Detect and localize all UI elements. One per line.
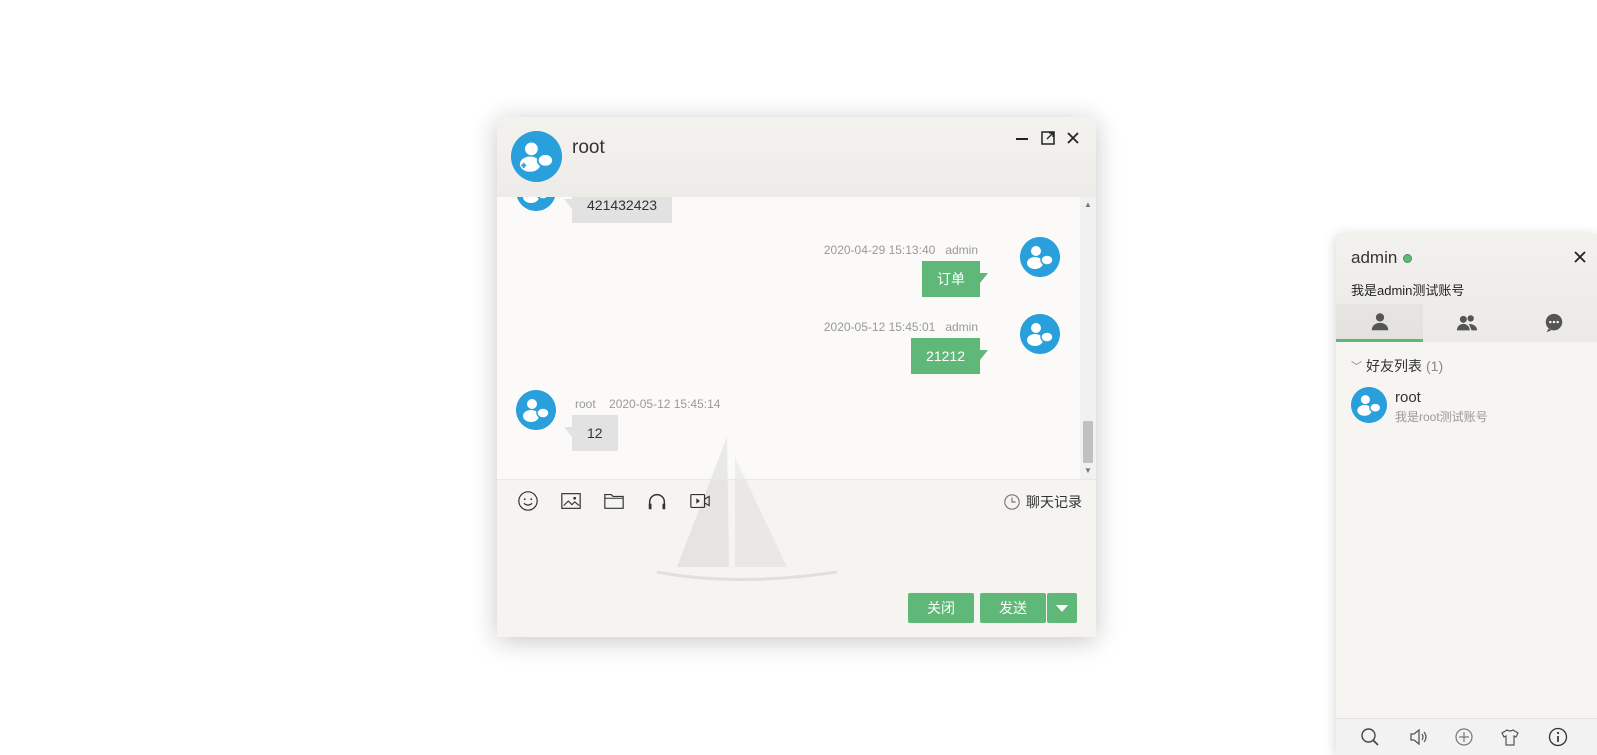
panel-signature[interactable]: 我是admin测试账号 [1351,280,1464,299]
sound-icon[interactable] [1408,727,1428,747]
close-icon[interactable] [1064,129,1082,147]
friend-avatar [1351,387,1387,423]
message-meta: 2020-04-29 15:13:40 admin [824,243,978,257]
scroll-thumb[interactable] [1083,421,1093,463]
image-icon[interactable] [559,490,583,512]
friend-signature: 我是root测试账号 [1395,410,1488,424]
emoji-icon[interactable] [516,490,540,512]
message-avatar[interactable] [1020,314,1060,354]
message-time: 2020-04-29 15:13:40 [823,243,936,257]
message-meta: root 2020-05-12 15:45:14 [575,397,720,411]
main-panel: admin 我是admin测试账号 ﹀ 好友列表 (1) root 我是root… [1336,234,1597,755]
chat-history-link[interactable]: 聊天记录 [1003,492,1082,512]
message-bubble: 421432423 [563,197,673,223]
message-time: 2020-05-12 15:45:01 [823,320,936,334]
message-list[interactable]: 421432423 2020-04-29 15:13:40 admin 订单 2… [497,197,1080,479]
message-avatar[interactable] [516,390,556,430]
message-bubble: 21212 [911,338,988,374]
online-status-icon [1403,253,1413,263]
message-avatar[interactable] [1020,237,1060,277]
scroll-up-icon[interactable]: ▲ [1080,199,1096,211]
groups-icon [1456,315,1477,331]
message-scrollbar[interactable]: ▲ ▼ [1080,197,1096,479]
message-time: 2020-05-12 15:45:14 [609,397,721,411]
maximize-icon[interactable] [1039,129,1057,147]
minimize-icon[interactable] [1013,129,1031,147]
video-icon[interactable] [688,490,712,512]
folder-icon[interactable] [602,490,626,512]
panel-header[interactable]: admin 我是admin测试账号 [1336,234,1597,342]
panel-close-icon[interactable] [1571,248,1589,271]
chat-toolbar: 聊天记录 [497,479,1096,520]
message-user: admin [945,320,978,334]
message-bubble: 12 [564,415,618,451]
headphones-icon[interactable] [645,490,669,512]
chat-history-icon [1545,313,1562,333]
chat-title: root [572,137,605,158]
chevron-down-icon: ﹀ [1351,361,1362,373]
friend-item[interactable]: root 我是root测试账号 [1336,380,1597,430]
skin-icon[interactable] [1500,727,1520,747]
add-icon[interactable] [1454,727,1474,747]
chat-window: root 421432423 2020-04-29 15:13:40 admin… [497,117,1096,637]
tab-friends[interactable] [1336,304,1423,342]
close-button[interactable]: 关闭 [908,593,974,623]
group-count: (1) [1426,358,1444,374]
group-name: 好友列表 [1366,358,1422,374]
friend-group-header[interactable]: ﹀ 好友列表 (1) [1351,356,1443,376]
send-button[interactable]: 发送 [980,593,1046,623]
message-meta: 2020-05-12 15:45:01 admin [824,320,978,334]
message-input[interactable] [497,519,1096,589]
friends-icon [1371,312,1388,330]
chat-history-label: 聊天记录 [1026,494,1082,510]
tab-recent-chats[interactable] [1510,304,1597,342]
scroll-down-icon[interactable]: ▼ [1080,465,1096,477]
message-user: root [575,397,596,411]
clock-icon [1004,494,1020,510]
chat-header[interactable]: root [497,117,1096,197]
panel-tabs [1336,304,1597,342]
info-icon[interactable] [1548,727,1568,747]
panel-username: admin [1351,248,1398,267]
send-options-button[interactable] [1047,593,1077,623]
friend-name: root [1395,389,1421,406]
search-icon[interactable] [1360,727,1380,747]
message-avatar[interactable] [516,197,556,211]
panel-user: admin [1351,248,1413,268]
message-bubble: 订单 [922,261,988,297]
tab-groups[interactable] [1423,304,1510,342]
message-user: admin [945,243,978,257]
panel-footer [1336,718,1597,755]
chat-avatar[interactable] [511,131,562,182]
